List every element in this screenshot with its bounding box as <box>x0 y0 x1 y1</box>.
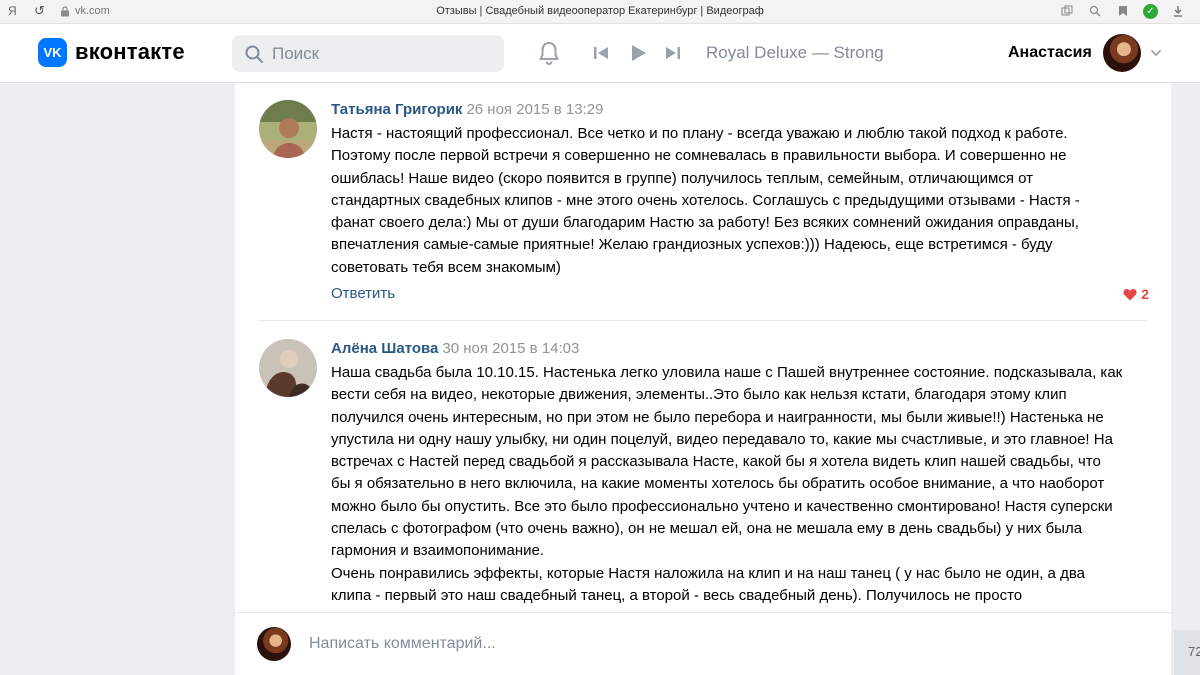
like-count: 2 <box>1141 286 1149 302</box>
chevron-down-icon[interactable] <box>1150 48 1162 58</box>
search-box[interactable] <box>232 35 504 72</box>
comment-author-avatar[interactable] <box>259 100 317 158</box>
tabs-icon[interactable] <box>1059 3 1075 19</box>
previous-track-icon[interactable] <box>592 44 610 62</box>
download-icon[interactable] <box>1170 3 1186 19</box>
play-icon[interactable] <box>628 43 648 63</box>
browser-toolbar: Я ↺ vk.com Отзывы | Свадебный видеоопера… <box>0 0 1200 24</box>
address-bar[interactable]: vk.com <box>75 5 110 17</box>
comment-date[interactable]: 30 ноя 2015 в 14:03 <box>442 340 579 357</box>
browser-tab-title: Отзывы | Свадебный видеооператор Екатери… <box>436 5 764 17</box>
yandex-logo[interactable]: Я <box>8 4 17 18</box>
comment-date[interactable]: 26 ноя 2015 в 13:29 <box>466 101 603 118</box>
protect-check-icon[interactable]: ✓ <box>1143 3 1158 19</box>
vk-logo-icon[interactable]: VK <box>38 38 67 67</box>
zoom-icon[interactable] <box>1087 3 1103 19</box>
comment-text: Настя - настоящий профессионал. Все четк… <box>331 125 1080 276</box>
next-track-icon[interactable] <box>664 44 682 62</box>
now-playing-title[interactable]: Royal Deluxe — Strong <box>706 43 884 63</box>
comment-author[interactable]: Татьяна Григорик <box>331 101 462 118</box>
heart-icon <box>1123 288 1137 300</box>
bookmark-icon[interactable] <box>1115 3 1131 19</box>
reply-button[interactable]: Ответить <box>331 285 395 302</box>
comment-text: Наша свадьба была 10.10.15. Настенька ле… <box>331 364 1123 604</box>
vk-wordmark[interactable]: вконтакте <box>75 39 185 65</box>
reload-button[interactable]: ↺ <box>34 3 45 19</box>
vk-header: VK вконтакте Royal Deluxe — Strong Анаст… <box>0 24 1200 83</box>
comment-author-avatar[interactable] <box>259 339 317 397</box>
lock-icon[interactable] <box>60 6 70 17</box>
comment-input[interactable] <box>309 631 869 657</box>
comment-composer <box>235 612 1171 675</box>
search-icon <box>245 45 263 63</box>
user-name[interactable]: Анастасия <box>1008 44 1092 62</box>
comment-author[interactable]: Алёна Шатова <box>331 340 438 357</box>
notifications-bell-icon[interactable] <box>536 40 562 66</box>
user-avatar[interactable] <box>1103 34 1141 72</box>
like-button[interactable]: 2 <box>1123 286 1149 302</box>
side-badge[interactable]: 72 <box>1174 630 1200 675</box>
user-avatar <box>257 627 291 661</box>
comments-panel: Татьяна Григорик 26 ноя 2015 в 13:29 Наст… <box>235 83 1171 675</box>
comment-divider <box>259 320 1147 321</box>
search-input[interactable] <box>272 42 492 66</box>
